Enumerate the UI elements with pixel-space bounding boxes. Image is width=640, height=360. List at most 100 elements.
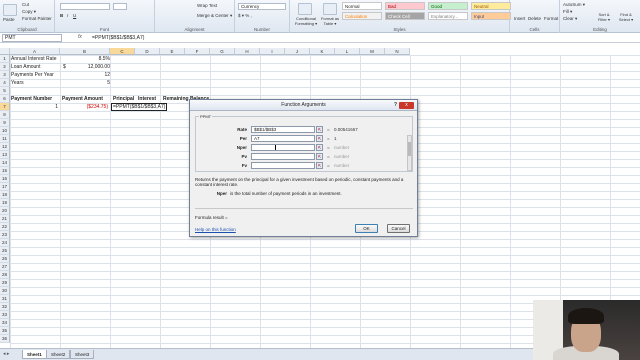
column-header-k[interactable]: K — [310, 48, 335, 55]
cell-style-checkcell[interactable]: Check Cell — [385, 12, 425, 20]
format-as-table-icon[interactable] — [323, 3, 337, 15]
cell-a1[interactable]: Annual Interest Rate — [11, 55, 57, 63]
bold-button[interactable]: B — [60, 13, 63, 18]
ok-button[interactable]: OK — [355, 224, 378, 233]
sheet-tab-sheet2[interactable]: Sheet2 — [46, 350, 71, 359]
row-header-35[interactable]: 35 — [0, 327, 10, 335]
column-header-e[interactable]: E — [160, 48, 185, 55]
column-header-c[interactable]: C — [110, 48, 135, 55]
arg-input-per[interactable]: A7 — [251, 135, 315, 142]
row-header-12[interactable]: 12 — [0, 143, 10, 151]
arg-input-nper[interactable] — [251, 144, 315, 151]
row-header-18[interactable]: 18 — [0, 191, 10, 199]
row-header-2[interactable]: 2 — [0, 63, 10, 71]
help-icon[interactable]: ? — [394, 102, 397, 108]
format-button[interactable]: Format — [544, 16, 558, 21]
row-header-9[interactable]: 9 — [0, 119, 10, 127]
sheet-tab-sheet1[interactable]: Sheet1 — [22, 350, 47, 359]
row-header-27[interactable]: 27 — [0, 263, 10, 271]
row-header-14[interactable]: 14 — [0, 159, 10, 167]
arg-input-fv[interactable] — [251, 162, 315, 169]
cell-a4[interactable]: Years — [11, 79, 24, 87]
row-header-10[interactable]: 10 — [0, 127, 10, 135]
row-header-5[interactable]: 5 — [0, 87, 10, 95]
row-header-8[interactable]: 8 — [0, 111, 10, 119]
row-header-26[interactable]: 26 — [0, 255, 10, 263]
row-header-7[interactable]: 7 — [0, 103, 10, 111]
cell-b1[interactable]: 8.5% — [60, 55, 110, 63]
row-header-17[interactable]: 17 — [0, 183, 10, 191]
collapse-dialog-icon[interactable]: ⇱ — [316, 135, 323, 142]
column-header-j[interactable]: J — [285, 48, 310, 55]
insert-button[interactable]: Insert — [514, 16, 525, 21]
cell-style-input[interactable]: Input — [471, 12, 511, 20]
paste-icon[interactable] — [3, 4, 17, 16]
column-header-g[interactable]: G — [210, 48, 235, 55]
underline-button[interactable]: U — [73, 13, 76, 18]
cut-button[interactable]: Cut — [22, 2, 29, 7]
row-header-19[interactable]: 19 — [0, 199, 10, 207]
row-header-34[interactable]: 34 — [0, 319, 10, 327]
sort-filter-button[interactable]: Sort & Filter ▾ — [595, 12, 613, 22]
collapse-dialog-icon[interactable]: ⇱ — [316, 153, 323, 160]
cell-a3[interactable]: Payments Per Year — [11, 71, 54, 79]
merge-center-button[interactable]: Merge & Center ▾ — [197, 13, 232, 19]
fill-button[interactable]: Fill ▾ — [563, 9, 572, 15]
row-header-28[interactable]: 28 — [0, 271, 10, 279]
column-header-l[interactable]: L — [335, 48, 360, 55]
row-header-30[interactable]: 30 — [0, 287, 10, 295]
row-header-32[interactable]: 32 — [0, 303, 10, 311]
cell-style-calculation[interactable]: Calculation — [342, 12, 382, 20]
currency-format-button[interactable]: $ ▾ % , — [238, 13, 252, 19]
arg-input-pv[interactable] — [251, 153, 315, 160]
cell-b4[interactable]: 5 — [60, 79, 110, 87]
arg-input-rate[interactable]: $B$1/$B$3 — [251, 126, 315, 133]
column-header-h[interactable]: H — [235, 48, 260, 55]
row-header-4[interactable]: 4 — [0, 79, 10, 87]
insert-function-icon[interactable]: fx — [78, 34, 82, 40]
sheet-tab-sheet3[interactable]: Sheet3 — [70, 350, 95, 359]
row-header-15[interactable]: 15 — [0, 167, 10, 175]
collapse-dialog-icon[interactable]: ⇱ — [316, 162, 323, 169]
row-header-29[interactable]: 29 — [0, 279, 10, 287]
cell-c7-active[interactable]: =PPMT($B$1/$B$3,A7) — [111, 103, 168, 111]
column-header-i[interactable]: I — [260, 48, 285, 55]
name-box[interactable]: PMT — [2, 34, 62, 42]
autosum-button[interactable]: AutoSum ▾ — [563, 2, 585, 8]
cell-b6[interactable]: Payment Amount — [62, 95, 103, 103]
sheet-nav-arrows-icon[interactable]: ◂ ▸ — [3, 351, 9, 357]
clear-button[interactable]: Clear ▾ — [563, 16, 577, 22]
font-size-select[interactable] — [113, 3, 127, 10]
cancel-button[interactable]: Cancel — [387, 224, 410, 233]
column-header-b[interactable]: B — [60, 48, 110, 55]
cell-style-neutral[interactable]: Neutral — [471, 2, 511, 10]
formula-input[interactable]: =PPMT($B$1/$B$3,A7) — [92, 34, 144, 42]
select-all-button[interactable] — [0, 48, 10, 55]
row-header-1[interactable]: 1 — [0, 55, 10, 63]
format-painter-button[interactable]: Format Painter — [22, 16, 52, 21]
column-header-m[interactable]: M — [360, 48, 385, 55]
row-header-3[interactable]: 3 — [0, 71, 10, 79]
row-header-13[interactable]: 13 — [0, 151, 10, 159]
font-name-select[interactable] — [60, 3, 110, 10]
scrollbar-thumb[interactable] — [408, 142, 411, 156]
conditional-formatting-icon[interactable] — [298, 3, 312, 15]
column-header-d[interactable]: D — [135, 48, 160, 55]
cell-b3[interactable]: 12 — [60, 71, 110, 79]
column-header-f[interactable]: F — [185, 48, 210, 55]
cell-style-explanatory[interactable]: Explanatory... — [428, 12, 468, 20]
cell-b7[interactable]: ($234.75) — [60, 103, 110, 111]
row-header-24[interactable]: 24 — [0, 239, 10, 247]
row-header-11[interactable]: 11 — [0, 135, 10, 143]
cell-a2[interactable]: Loan Amount — [11, 63, 40, 71]
italic-button[interactable]: I — [67, 13, 68, 18]
delete-button[interactable]: Delete — [528, 16, 541, 21]
close-button[interactable]: x — [399, 102, 414, 109]
conditional-formatting-button[interactable]: Conditional Formatting ▾ — [292, 16, 320, 26]
row-header-36[interactable]: 36 — [0, 335, 10, 343]
row-header-16[interactable]: 16 — [0, 175, 10, 183]
arguments-scrollbar[interactable] — [407, 135, 412, 171]
paste-button[interactable]: Paste — [3, 17, 15, 22]
format-as-table-button[interactable]: Format as Table ▾ — [320, 16, 340, 26]
cell-b2[interactable]: 12,000.00 — [60, 63, 110, 71]
